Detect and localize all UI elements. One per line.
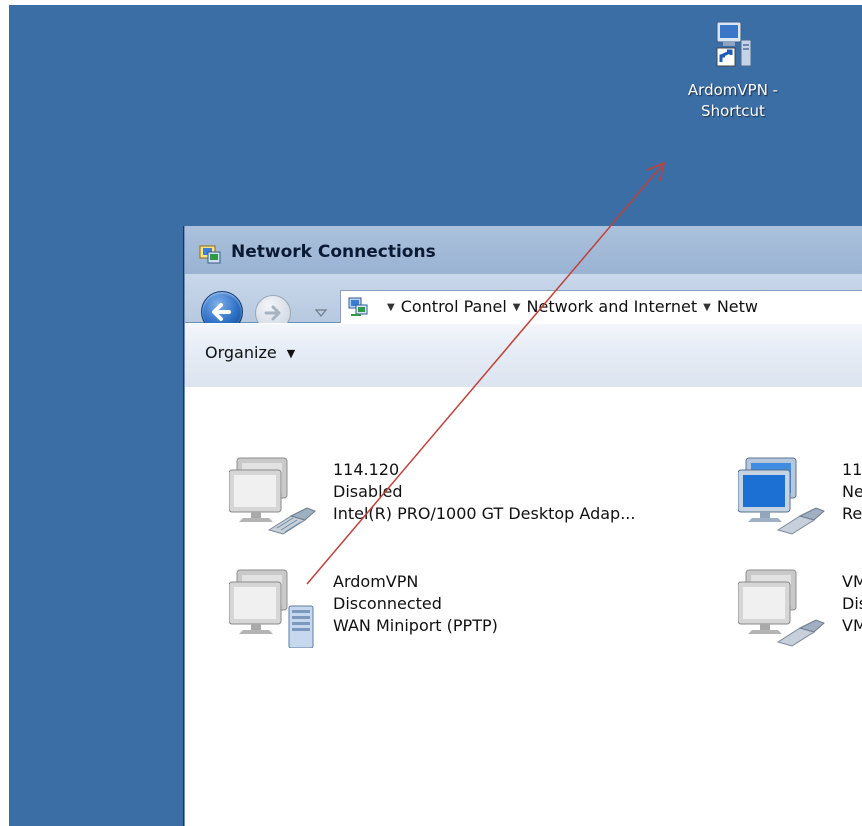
shortcut-label: ArdomVPN - Shortcut bbox=[687, 81, 779, 120]
connection-status: Ne bbox=[842, 482, 862, 501]
network-connections-icon bbox=[199, 245, 221, 265]
connection-device: VM bbox=[842, 616, 862, 635]
recent-pages-button[interactable] bbox=[314, 305, 328, 319]
command-bar: Organize ▼ bbox=[185, 323, 862, 388]
connection-details: 11 Ne Re bbox=[842, 459, 862, 525]
connection-status: Dis bbox=[842, 594, 862, 613]
connection-device: Re bbox=[842, 504, 862, 523]
address-field[interactable]: ▼ Control Panel ▼ Network and Internet ▼ Netw bbox=[340, 290, 862, 324]
organize-button[interactable]: Organize ▼ bbox=[205, 336, 299, 370]
organize-label: Organize bbox=[205, 343, 277, 362]
breadcrumb-separator-icon[interactable]: ▼ bbox=[697, 302, 717, 313]
network-adapter-disabled-icon bbox=[228, 456, 329, 536]
network-adapter-connected-icon bbox=[737, 456, 838, 536]
connection-status: Disconnected bbox=[333, 594, 442, 613]
connection-name: ArdomVPN bbox=[333, 572, 419, 591]
connection-device: Intel(R) PRO/1000 GT Desktop Adap... bbox=[333, 504, 636, 523]
breadcrumb-network-and-internet[interactable]: Network and Internet bbox=[527, 297, 698, 316]
network-adapter-disabled-icon bbox=[737, 568, 838, 648]
connection-name: VM bbox=[842, 572, 862, 591]
breadcrumb-network-connections[interactable]: Netw bbox=[717, 297, 758, 316]
connection-device: WAN Miniport (PPTP) bbox=[333, 616, 498, 635]
connection-name: 114.120 bbox=[333, 460, 400, 479]
connection-name: 11 bbox=[842, 460, 862, 479]
connection-status: Disabled bbox=[333, 482, 403, 501]
window-title: Network Connections bbox=[231, 242, 436, 262]
chevron-down-icon: ▼ bbox=[286, 347, 296, 360]
ardomvpn-shortcut-icon bbox=[709, 18, 757, 80]
window-titlebar[interactable]: Network Connections bbox=[185, 226, 862, 274]
connection-details: VM Dis VM bbox=[842, 571, 862, 637]
breadcrumb-separator-icon[interactable]: ▼ bbox=[381, 302, 401, 313]
connection-details: ArdomVPN Disconnected WAN Miniport (PPTP… bbox=[333, 571, 498, 637]
vpn-connection-icon bbox=[228, 568, 329, 649]
breadcrumb-control-panel[interactable]: Control Panel bbox=[401, 297, 507, 316]
network-connections-icon bbox=[347, 296, 369, 318]
ardomvpn-shortcut[interactable]: ArdomVPN - Shortcut bbox=[658, 18, 808, 148]
connection-details: 114.120 Disabled Intel(R) PRO/1000 GT De… bbox=[333, 459, 635, 525]
chevron-down-icon bbox=[314, 309, 328, 317]
breadcrumb: ▼ Control Panel ▼ Network and Internet ▼ Netw bbox=[381, 291, 758, 323]
network-connections-window: Network Connections ▼ Control Panel ▼ Netw bbox=[183, 226, 862, 826]
breadcrumb-separator-icon[interactable]: ▼ bbox=[507, 302, 527, 313]
